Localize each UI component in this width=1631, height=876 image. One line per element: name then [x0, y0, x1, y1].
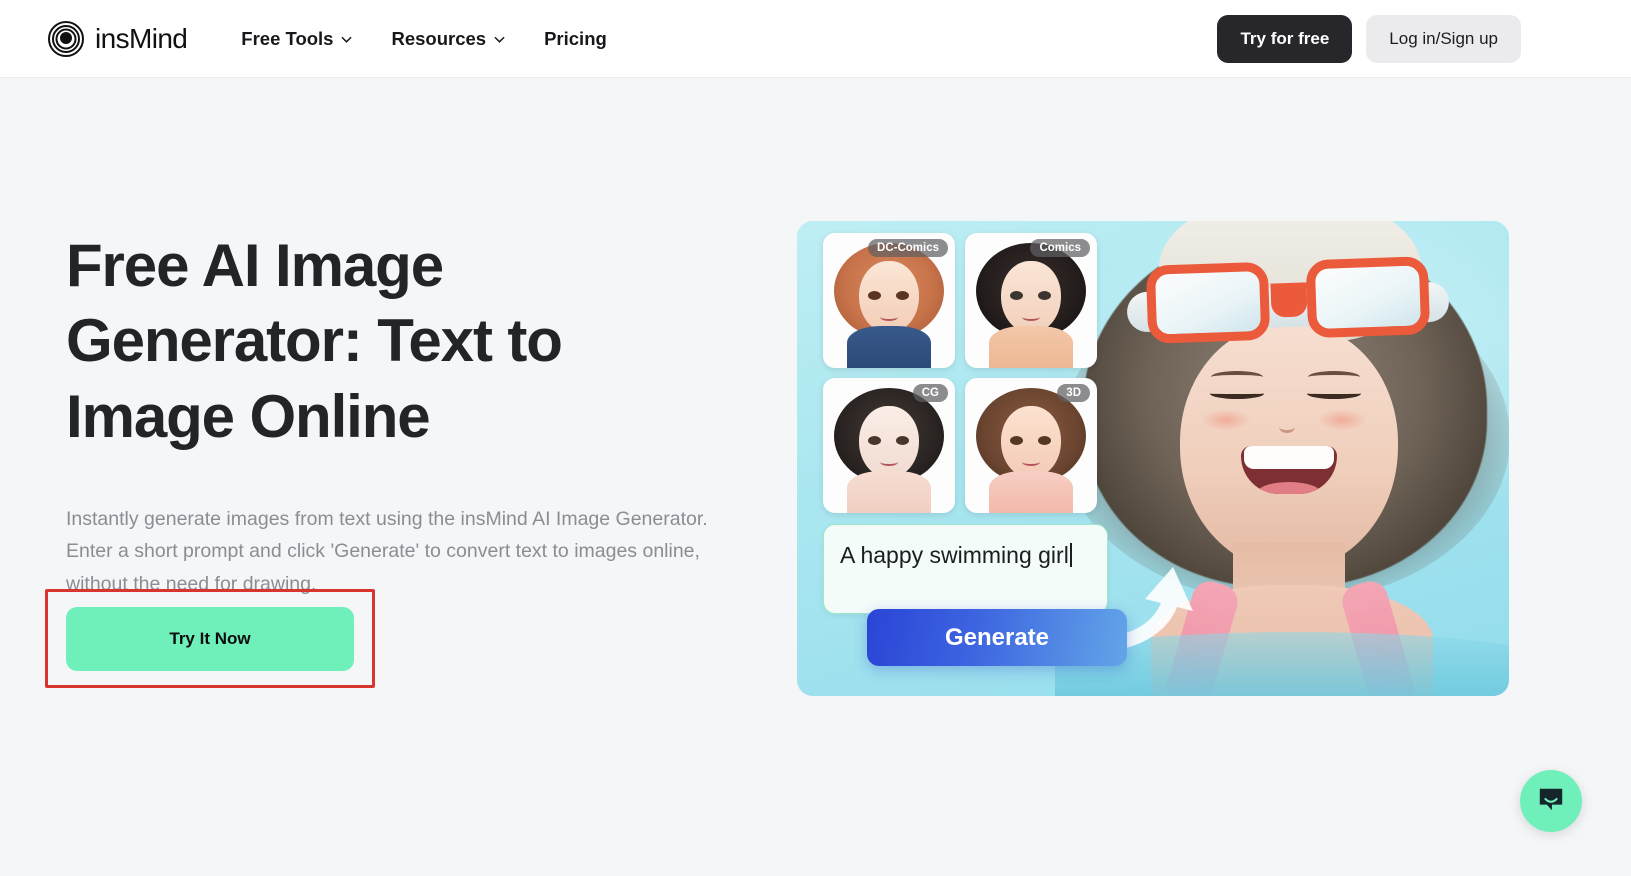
thumbnail-badge: DC-Comics [868, 239, 948, 257]
site-header: insMind Free Tools Resources Pricing Try… [0, 0, 1631, 78]
style-thumbnail-grid: DC-Comics Comics CG 3D [823, 233, 1097, 513]
thumbnail-card[interactable]: 3D [965, 378, 1097, 513]
nav-item-resources[interactable]: Resources [391, 28, 506, 50]
header-actions: Try for free Log in/Sign up [1217, 14, 1521, 63]
cta-highlight-box: Try It Now [45, 589, 375, 688]
try-for-free-button[interactable]: Try for free [1217, 14, 1353, 63]
nav-label-pricing: Pricing [544, 27, 607, 49]
nav-label-resources: Resources [391, 27, 487, 49]
brand-logo[interactable]: insMind [48, 20, 188, 57]
main-navigation: Free Tools Resources Pricing [241, 28, 607, 50]
concentric-circles-logo-icon [48, 20, 84, 57]
swim-goggles-icon [1145, 250, 1431, 350]
try-it-now-button[interactable]: Try It Now [66, 606, 354, 671]
brand-name: insMind [95, 22, 188, 54]
text-caret [1069, 543, 1072, 567]
nav-item-free-tools[interactable]: Free Tools [241, 28, 353, 50]
chevron-down-icon [340, 33, 353, 46]
chevron-down-icon [493, 33, 506, 46]
chat-bubble-icon [1537, 785, 1565, 818]
chat-widget-button[interactable] [1520, 770, 1582, 832]
login-signup-button[interactable]: Log in/Sign up [1366, 14, 1521, 63]
generate-button[interactable]: Generate [867, 609, 1127, 666]
prompt-input[interactable]: A happy swimming girl [823, 524, 1108, 614]
nav-label-free-tools: Free Tools [241, 27, 334, 49]
thumbnail-badge: Comics [1030, 239, 1090, 257]
page-title: Free AI Image Generator: Text to Image O… [66, 232, 563, 450]
hero-section: Free AI Image Generator: Text to Image O… [0, 78, 1631, 876]
thumbnail-card[interactable]: DC-Comics [823, 233, 955, 368]
thumbnail-card[interactable]: CG [823, 378, 955, 513]
thumbnail-badge: CG [912, 384, 948, 402]
prompt-input-value: A happy swimming girl [840, 539, 1091, 572]
thumbnail-card[interactable]: Comics [965, 233, 1097, 368]
hero-illustration-panel: DC-Comics Comics CG 3D A happy swimming … [797, 221, 1509, 696]
hero-description: Instantly generate images from text usin… [66, 507, 708, 596]
hero-text-column: Free AI Image Generator: Text to Image O… [45, 228, 746, 688]
thumbnail-badge: 3D [1057, 384, 1090, 402]
nav-item-pricing[interactable]: Pricing [544, 28, 607, 50]
